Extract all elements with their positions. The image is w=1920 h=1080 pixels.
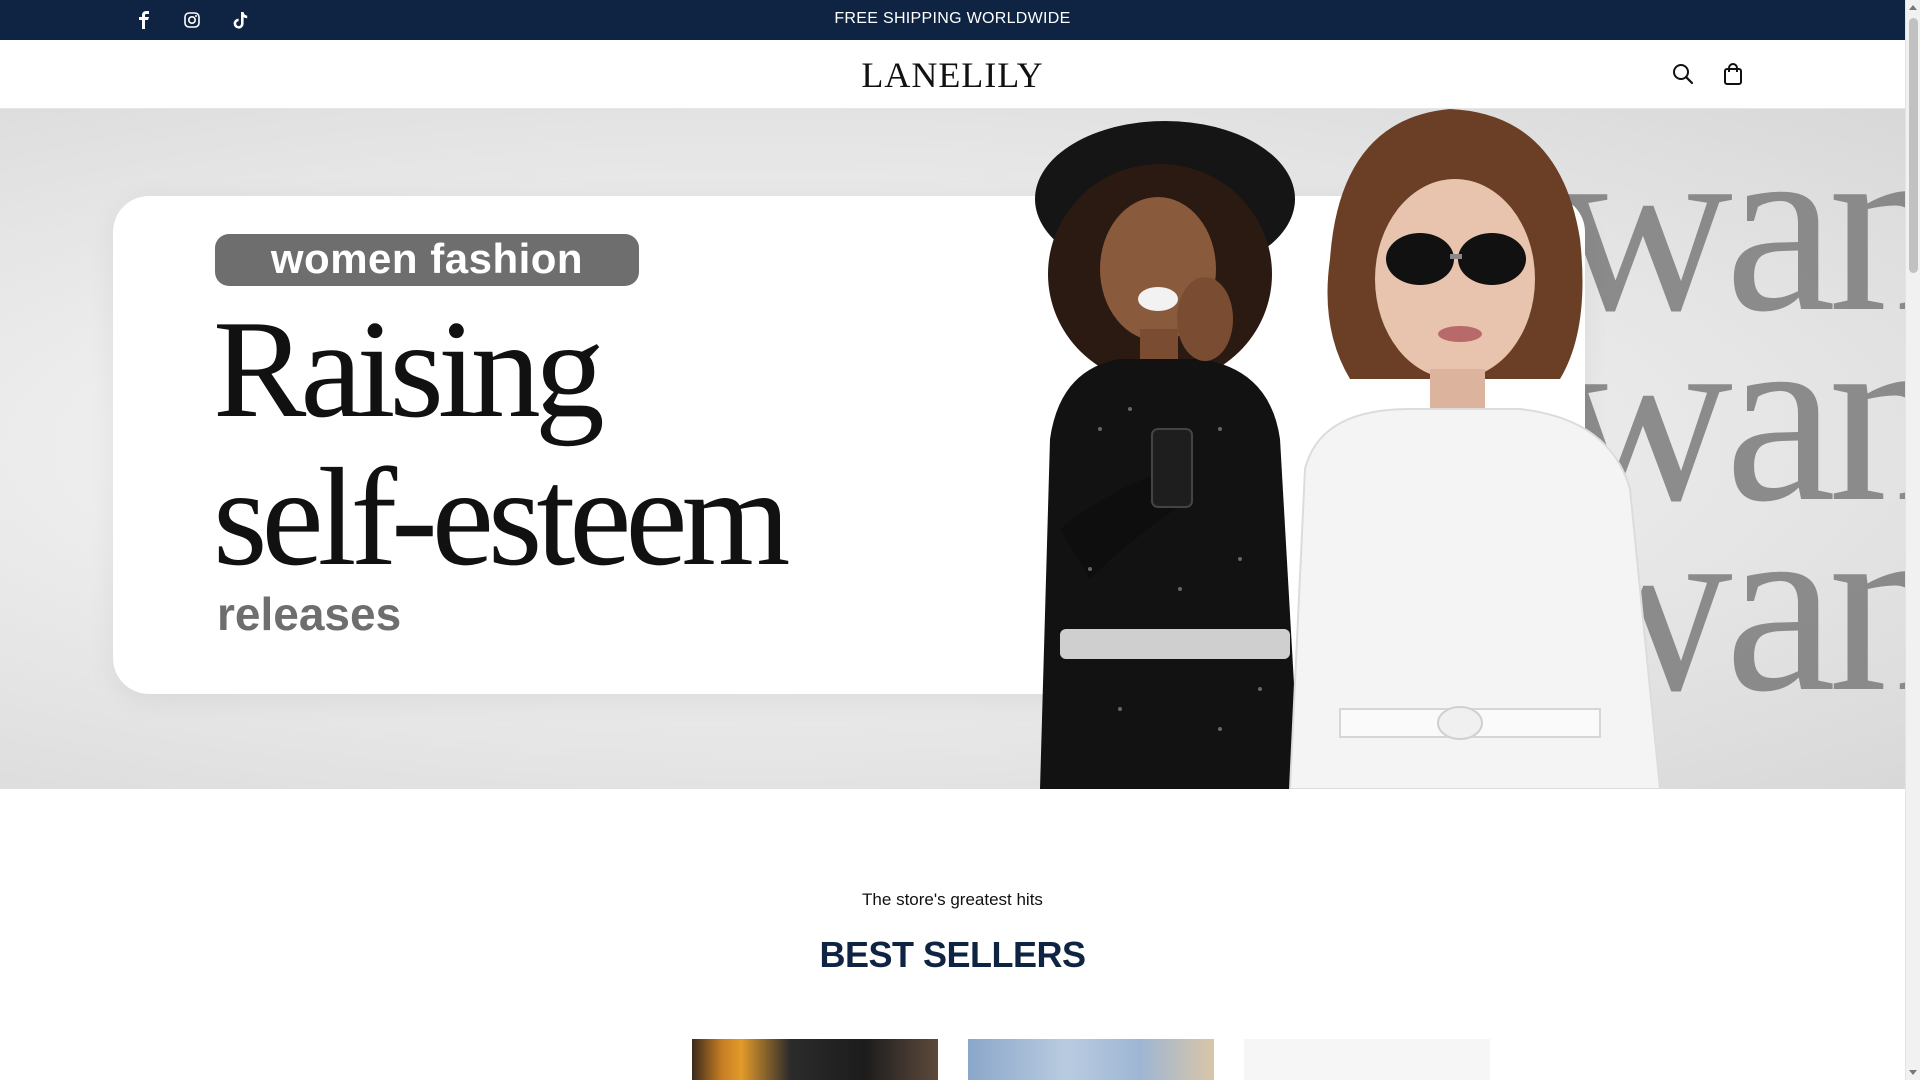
store-logo[interactable]: LANELILY [0, 54, 1905, 96]
best-sellers-title: BEST SELLERS [819, 934, 1086, 975]
header-icons [1670, 60, 1746, 88]
search-icon[interactable] [1670, 60, 1696, 88]
scroll-up-arrow-icon[interactable] [1909, 5, 1917, 10]
best-sellers-subtitle: The store's greatest hits [862, 890, 1043, 909]
scrollbar-thumb[interactable] [1909, 18, 1918, 273]
announcement-text: FREE SHIPPING WORLDWIDE [834, 10, 1071, 27]
product-card-image[interactable] [692, 1039, 938, 1080]
product-card-image[interactable] [1244, 1039, 1490, 1080]
product-card-image[interactable] [968, 1039, 1214, 1080]
hero-headline: Raising self-esteem [213, 292, 790, 595]
hero-subline: releases [217, 588, 402, 640]
page-scrollbar[interactable] [1905, 0, 1920, 1080]
announcement-bar: FREE SHIPPING WORLDWIDE [0, 0, 1905, 40]
hero-tag: women fashion [215, 234, 639, 286]
hero-banner[interactable]: wan wan wan women fashion Raising self-e… [0, 109, 1905, 789]
model-white-dress-image [1260, 109, 1680, 789]
scroll-down-arrow-icon[interactable] [1909, 1070, 1917, 1075]
bag-icon[interactable] [1720, 60, 1746, 88]
site-header: LANELILY [0, 40, 1905, 109]
product-grid [692, 1039, 1490, 1080]
